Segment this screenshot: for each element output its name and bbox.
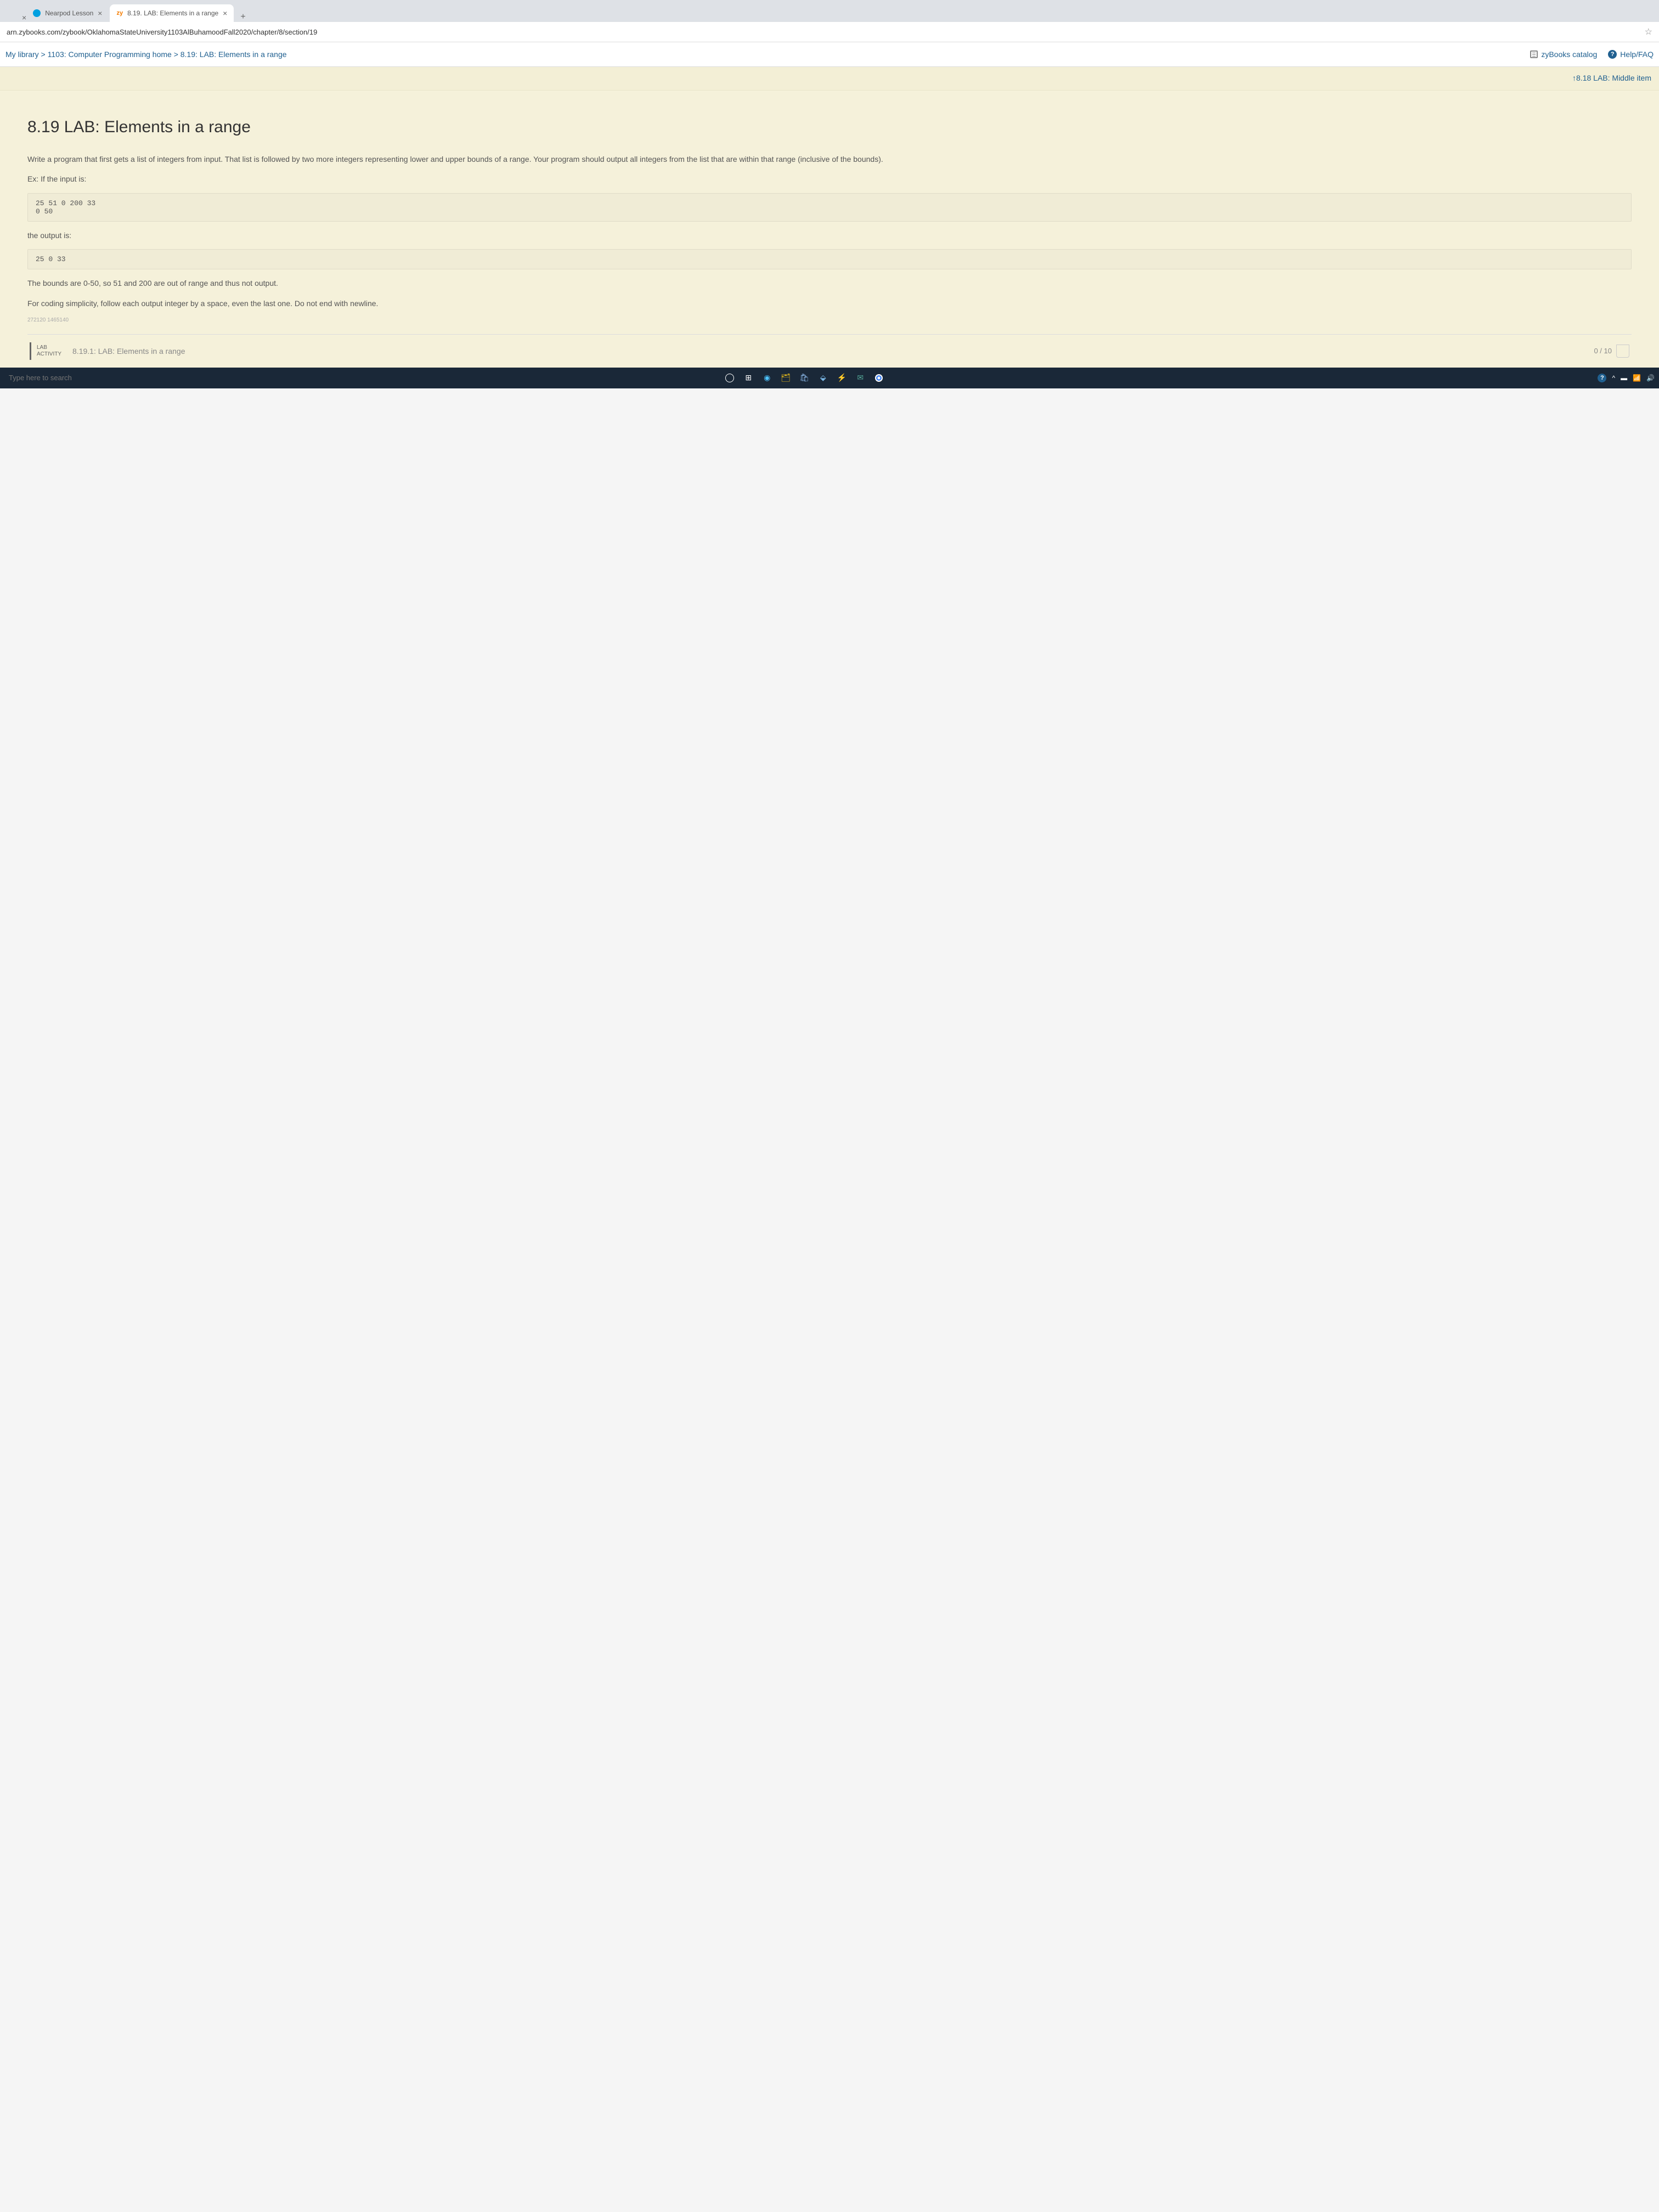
cortana-icon[interactable] — [724, 373, 735, 383]
store-icon[interactable]: 🛍 — [799, 373, 810, 383]
tab-zybooks[interactable]: zy 8.19. LAB: Elements in a range × — [110, 4, 234, 22]
lab-badge-line2: ACTIVITY — [37, 351, 61, 358]
note-format: For coding simplicity, follow each outpu… — [27, 297, 1632, 309]
breadcrumb-bar: My library > 1103: Computer Programming … — [0, 42, 1659, 67]
catalog-label: zyBooks catalog — [1541, 50, 1597, 59]
url-text[interactable]: arn.zybooks.com/zybook/OklahomaStateUniv… — [7, 28, 317, 36]
help-label: Help/FAQ — [1620, 50, 1654, 59]
main-content: 8.19 LAB: Elements in a range Write a pr… — [0, 91, 1659, 368]
address-bar: arn.zybooks.com/zybook/OklahomaStateUniv… — [0, 22, 1659, 42]
nearpod-icon — [33, 9, 41, 17]
zybooks-icon: zy — [116, 10, 123, 16]
score-text: 0 / 10 — [1594, 347, 1612, 355]
prev-section-link[interactable]: ↑8.18 LAB: Middle item — [1572, 74, 1651, 82]
new-tab-button[interactable]: + — [235, 12, 251, 22]
lab-badge: LAB ACTIVITY — [30, 342, 67, 360]
catalog-icon — [1530, 50, 1538, 58]
intro-text: Write a program that first gets a list o… — [27, 153, 1632, 165]
note-bounds: The bounds are 0-50, so 51 and 200 are o… — [27, 277, 1632, 289]
watermark: 272120 1465140 — [27, 317, 1632, 323]
output-code-block: 25 0 33 — [27, 249, 1632, 269]
leading-close-icon[interactable]: × — [22, 13, 26, 22]
example-label: Ex: If the input is: — [27, 173, 1632, 185]
app-icon[interactable]: ⚡ — [836, 373, 847, 383]
battery-icon[interactable]: ▬ — [1621, 374, 1627, 382]
tab-strip: × Nearpod Lesson × zy 8.19. LAB: Element… — [0, 0, 1659, 22]
wifi-icon[interactable]: 📶 — [1633, 374, 1641, 382]
lab-score: 0 / 10 — [1594, 345, 1629, 358]
task-view-icon[interactable]: ⊞ — [743, 373, 754, 383]
input-code-block: 25 51 0 200 33 0 50 — [27, 193, 1632, 222]
tab-label: Nearpod Lesson — [45, 9, 93, 17]
tab-nearpod[interactable]: Nearpod Lesson × — [26, 4, 109, 22]
tray-chevron-icon[interactable]: ^ — [1612, 374, 1615, 382]
breadcrumb[interactable]: My library > 1103: Computer Programming … — [5, 50, 287, 59]
lab-activity-title: 8.19.1: LAB: Elements in a range — [67, 347, 1594, 356]
file-explorer-icon[interactable]: 🗂 — [780, 373, 791, 383]
system-tray: ? ^ ▬ 📶 🔊 — [1598, 374, 1655, 382]
taskbar-search-input[interactable] — [4, 369, 722, 386]
tray-help-icon[interactable]: ? — [1598, 374, 1606, 382]
lab-activity-header: LAB ACTIVITY 8.19.1: LAB: Elements in a … — [27, 334, 1632, 368]
dropbox-icon[interactable]: ⬙ — [817, 373, 828, 383]
lab-badge-line1: LAB — [37, 345, 61, 351]
close-icon[interactable]: × — [98, 9, 102, 18]
help-link[interactable]: ? Help/FAQ — [1608, 50, 1654, 59]
page-title: 8.19 LAB: Elements in a range — [27, 118, 1632, 137]
help-icon: ? — [1608, 50, 1617, 59]
tab-label: 8.19. LAB: Elements in a range — [127, 9, 218, 17]
bookmark-star-icon[interactable]: ☆ — [1645, 26, 1652, 37]
close-icon[interactable]: × — [223, 9, 227, 18]
chrome-icon[interactable] — [873, 373, 884, 383]
taskbar-app-icons: ⊞ ◉ 🗂 🛍 ⬙ ⚡ ✉ — [724, 373, 884, 383]
catalog-link[interactable]: zyBooks catalog — [1530, 50, 1597, 59]
score-box-icon — [1616, 345, 1629, 358]
prev-section-banner: ↑8.18 LAB: Middle item — [0, 67, 1659, 91]
mail-icon[interactable]: ✉ — [855, 373, 866, 383]
windows-taskbar: ⊞ ◉ 🗂 🛍 ⬙ ⚡ ✉ ? ^ ▬ 📶 🔊 — [0, 368, 1659, 388]
output-label: the output is: — [27, 229, 1632, 241]
edge-icon[interactable]: ◉ — [761, 373, 772, 383]
volume-icon[interactable]: 🔊 — [1646, 374, 1655, 382]
